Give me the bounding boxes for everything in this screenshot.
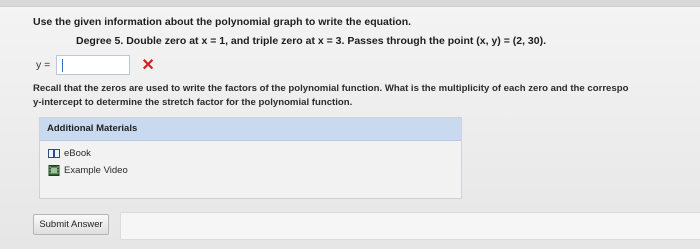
text-cursor xyxy=(62,59,64,72)
submit-area xyxy=(120,212,700,240)
submit-answer-button[interactable]: Submit Answer xyxy=(33,214,109,235)
hint-line-2: y-intercept to determine the stretch fac… xyxy=(33,97,353,108)
materials-header: Additional Materials xyxy=(40,118,461,141)
example-video-link[interactable]: Example Video xyxy=(48,165,128,176)
answer-input[interactable] xyxy=(56,55,131,75)
answer-row: y = ✕ xyxy=(36,53,155,77)
question-instruction: Use the given information about the poly… xyxy=(33,16,412,28)
hint-text: Recall that the zeros are used to write … xyxy=(33,82,700,110)
top-divider xyxy=(0,0,700,7)
problem-statement: Degree 5. Double zero at x = 1, and trip… xyxy=(76,35,547,47)
answer-label: y = xyxy=(36,59,51,71)
additional-materials-panel: Additional Materials eBook Example Video xyxy=(39,117,462,199)
question-panel: Use the given information about the poly… xyxy=(0,0,700,249)
ebook-label: eBook xyxy=(64,148,91,159)
incorrect-x-icon: ✕ xyxy=(141,57,155,74)
example-video-label: Example Video xyxy=(64,165,128,176)
film-icon xyxy=(48,165,60,176)
hint-line-1: Recall that the zeros are used to write … xyxy=(33,83,629,94)
book-icon xyxy=(48,149,60,158)
ebook-link[interactable]: eBook xyxy=(48,148,91,159)
